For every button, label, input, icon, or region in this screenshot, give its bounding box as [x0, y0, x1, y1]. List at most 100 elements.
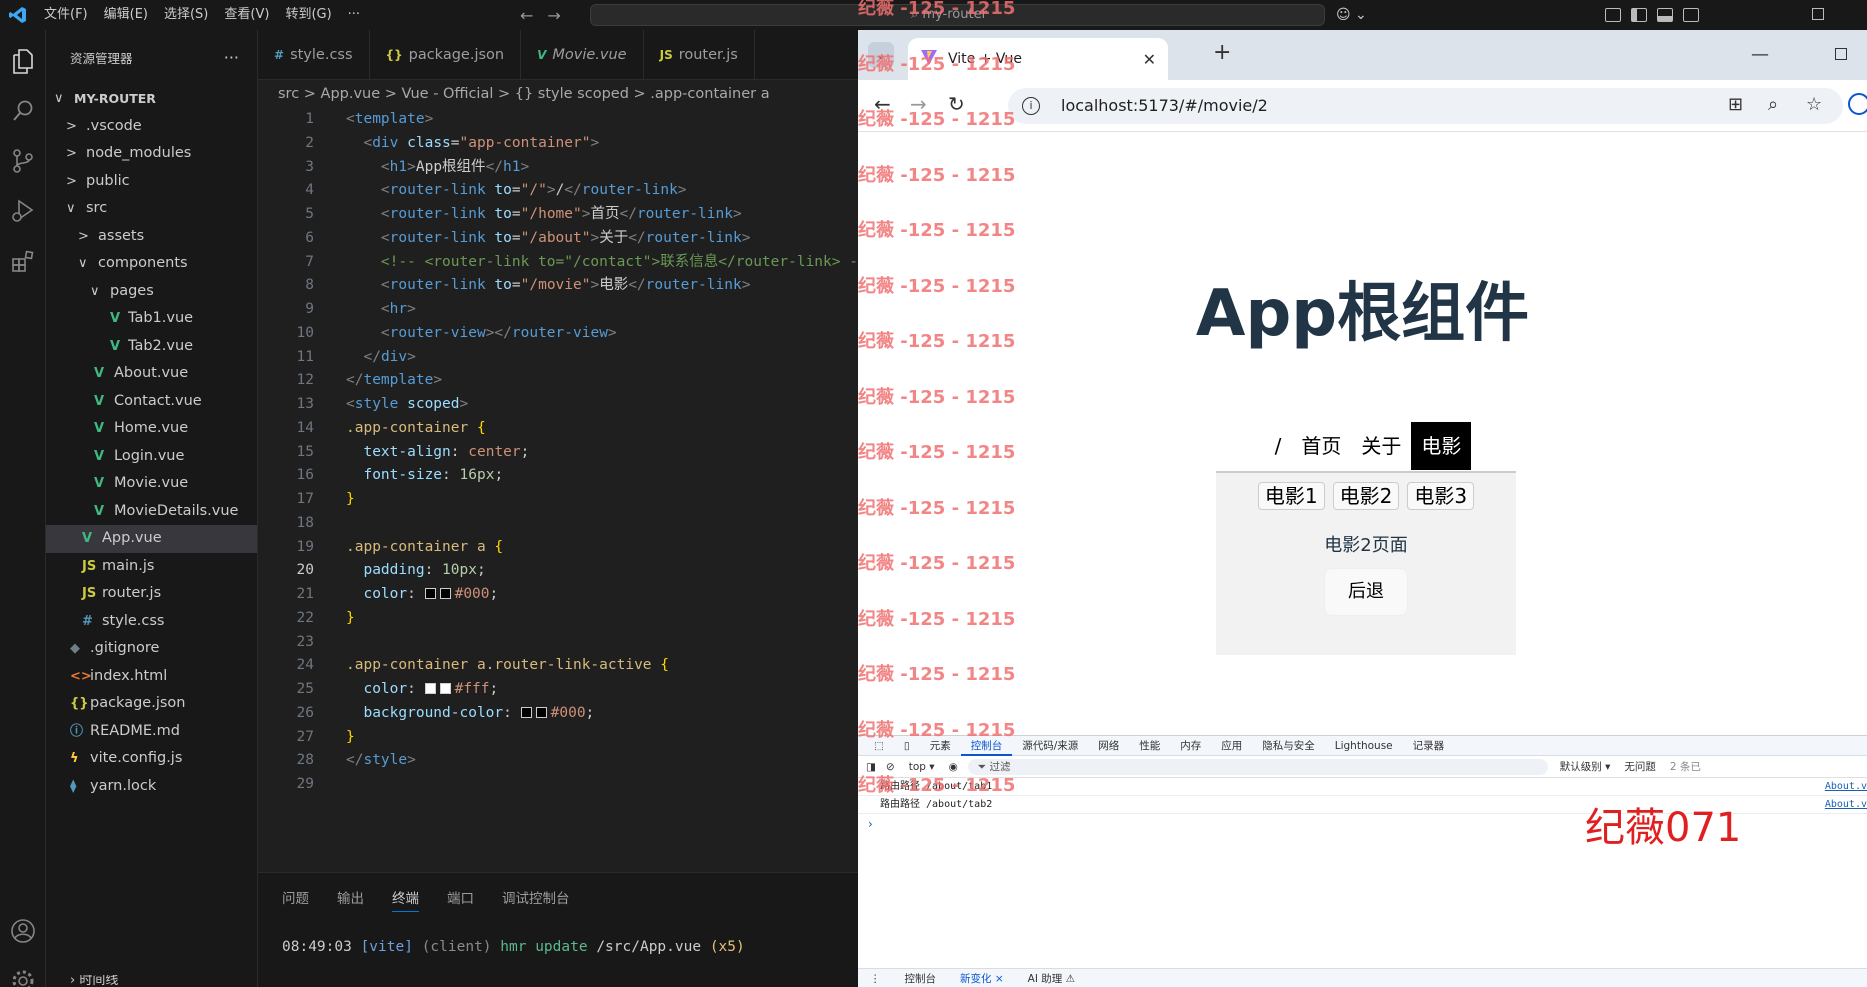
router-link[interactable]: 关于 [1351, 422, 1411, 470]
customize-layout-icon[interactable] [1605, 8, 1621, 22]
tree-item[interactable]: {} package.json [46, 690, 257, 718]
devtools-tab[interactable]: Lighthouse [1325, 736, 1403, 756]
panel-tab[interactable]: 调试控制台 [502, 887, 570, 907]
tree-item[interactable]: ∨ src [46, 195, 257, 223]
log-level-dropdown[interactable]: 默认级别 ▾ [1560, 759, 1611, 774]
tree-item[interactable]: ∨ components [46, 250, 257, 278]
search-icon[interactable] [0, 88, 46, 134]
timeline-section[interactable]: › 时间线 [46, 975, 258, 987]
router-link[interactable]: / [1265, 422, 1292, 470]
toggle-secondary-sidebar-icon[interactable] [1683, 8, 1699, 22]
issues-counter[interactable]: 无问题 [1624, 759, 1656, 774]
tree-item[interactable]: V Contact.vue [46, 388, 257, 416]
tree-item[interactable]: ⧫ yarn.lock [46, 773, 257, 801]
source-control-icon[interactable] [0, 138, 46, 184]
back-arrow-icon[interactable]: ← [520, 6, 533, 25]
movie-link[interactable]: 电影1 [1257, 482, 1325, 510]
tree-item[interactable]: V About.vue [46, 360, 257, 388]
tree-item[interactable]: ∨ pages [46, 278, 257, 306]
minimize-window-icon[interactable]: — [1751, 44, 1769, 65]
maximize-window-icon[interactable] [1835, 48, 1847, 60]
restore-window-icon[interactable] [1812, 8, 1824, 20]
router-link[interactable]: 电影 [1411, 422, 1472, 470]
drawer-menu-icon[interactable]: ⋮ [858, 969, 893, 987]
account-icon[interactable] [0, 908, 46, 954]
run-debug-icon[interactable] [0, 188, 46, 234]
console-log-source-link[interactable]: About.v [1825, 796, 1867, 814]
panel-tab[interactable]: 终端 [392, 887, 419, 912]
tree-item[interactable]: > public [46, 168, 257, 196]
menu-item[interactable]: 编辑(E) [96, 0, 156, 30]
tree-item[interactable]: JS router.js [46, 580, 257, 608]
extensions-icon[interactable] [0, 238, 46, 284]
tree-item[interactable]: > node_modules [46, 140, 257, 168]
color-swatch[interactable] [439, 588, 451, 599]
router-link[interactable]: 首页 [1291, 422, 1351, 470]
menu-item[interactable]: 转到(G) [277, 0, 339, 30]
toggle-panel-icon[interactable] [1657, 8, 1673, 22]
color-swatch[interactable] [535, 706, 547, 718]
panel-tab[interactable]: 端口 [447, 887, 474, 907]
menu-item[interactable]: 查看(V) [216, 0, 277, 30]
editor-tab[interactable]: # style.css [258, 30, 370, 80]
editor-tab[interactable]: JS router.js [644, 30, 755, 80]
back-button[interactable]: 后退 [1324, 568, 1408, 616]
more-actions-icon[interactable]: ··· [224, 48, 239, 67]
translate-icon[interactable]: ⊞ [1728, 94, 1743, 115]
close-tab-icon[interactable]: ✕ [1143, 50, 1156, 69]
forward-arrow-icon[interactable]: → [547, 6, 560, 25]
editor-tab[interactable]: {} package.json [370, 30, 522, 80]
tree-item[interactable]: V Movie.vue [46, 470, 257, 498]
code-editor[interactable]: 1 <template> 2 <div class="app-container">… [258, 108, 858, 828]
site-info-icon[interactable]: i [1022, 97, 1040, 115]
profile-avatar-icon[interactable] [1848, 93, 1867, 115]
devtools-tab[interactable]: 记录器 [1403, 736, 1455, 756]
drawer-tab[interactable]: 控制台 [893, 969, 949, 987]
tree-item[interactable]: ⓘ README.md [46, 718, 257, 746]
toggle-sidebar-icon[interactable] [1631, 8, 1647, 22]
tree-item[interactable]: > .vscode [46, 113, 257, 141]
settings-gear-icon[interactable] [0, 958, 46, 987]
tree-item[interactable]: V Tab2.vue [46, 333, 257, 361]
zoom-icon[interactable]: ⌕ [1768, 94, 1778, 115]
tree-item[interactable]: # style.css [46, 608, 257, 636]
console-log-source-link[interactable]: About.v [1825, 778, 1867, 796]
panel-tab[interactable]: 问题 [282, 887, 309, 907]
color-swatch[interactable] [424, 683, 436, 694]
movie-link[interactable]: 电影2 [1332, 482, 1400, 510]
tree-item[interactable]: > assets [46, 223, 257, 251]
menu-item[interactable]: 文件(F) [36, 0, 96, 30]
address-bar[interactable]: i localhost:5173/#/movie/2 ⊞ ⌕ ☆ [1008, 88, 1843, 124]
menu-item[interactable]: ··· [340, 0, 368, 30]
panel-tab[interactable]: 输出 [337, 887, 364, 907]
color-swatch[interactable] [439, 683, 451, 694]
devtools-tab[interactable]: 隐私与安全 [1252, 736, 1325, 756]
devtools-tab[interactable]: 内存 [1170, 736, 1211, 756]
devtools-tab[interactable]: 网络 [1088, 736, 1129, 756]
tree-item[interactable]: V Login.vue [46, 443, 257, 471]
explorer-icon[interactable] [0, 38, 46, 84]
color-swatch[interactable] [520, 706, 532, 718]
drawer-tab[interactable]: 新变化 × [948, 969, 1016, 987]
bookmark-star-icon[interactable]: ☆ [1806, 94, 1822, 115]
menu-item[interactable]: 选择(S) [156, 0, 216, 30]
devtools-tab[interactable]: 应用 [1211, 736, 1252, 756]
breadcrumb[interactable]: src > App.vue > Vue - Official > {} styl… [258, 80, 858, 108]
new-tab-icon[interactable]: + [1213, 40, 1231, 65]
color-swatch[interactable] [424, 588, 436, 599]
tree-item[interactable]: V MovieDetails.vue [46, 498, 257, 526]
tree-item[interactable]: V Tab1.vue [46, 305, 257, 333]
drawer-tab[interactable]: AI 助理 ⚠ [1016, 969, 1087, 987]
terminal-output[interactable]: 08:49:03 [vite] (client) hmr update /src… [258, 921, 858, 955]
tree-item[interactable]: ∨ MY-ROUTER [46, 85, 257, 113]
tree-item[interactable]: ◆ .gitignore [46, 635, 257, 663]
copilot-icon[interactable]: ☺ ⌄ [1336, 0, 1367, 30]
tree-item[interactable]: V Home.vue [46, 415, 257, 443]
devtools-tab[interactable]: 性能 [1129, 736, 1170, 756]
tree-item[interactable]: JS main.js [46, 553, 257, 581]
movie-link[interactable]: 电影3 [1407, 482, 1475, 510]
editor-tab[interactable]: V Movie.vue [521, 30, 644, 80]
tree-item[interactable]: V App.vue [46, 525, 257, 553]
tree-item[interactable]: <> index.html [46, 663, 257, 691]
tree-item[interactable]: ϟ vite.config.js [46, 745, 257, 773]
